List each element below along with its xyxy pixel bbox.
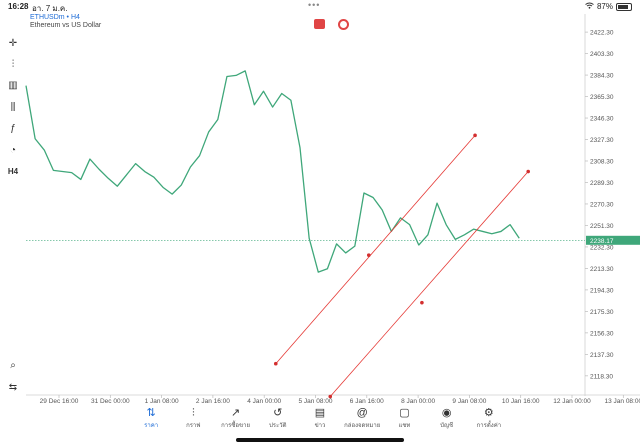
trend-line-anchor — [273, 361, 278, 366]
y-tick-label: 2422.30 — [590, 30, 614, 37]
y-tick-label: 2403.30 — [590, 51, 614, 58]
chart-icon: ⫶ — [191, 407, 195, 419]
x-tick-label: 12 Jan 00:00 — [553, 398, 591, 405]
trade-icon: ↗ — [230, 407, 241, 419]
price-series-line — [25, 70, 520, 273]
symbol-header[interactable]: ETHUSDm • H4 Ethereum vs US Dollar — [30, 14, 101, 29]
nav-news[interactable]: ▤ ข่าว — [299, 406, 341, 436]
home-indicator[interactable] — [236, 438, 404, 442]
nav-chat[interactable]: ▢ แชท — [383, 406, 425, 436]
shapes-icon[interactable]: ◔ — [4, 141, 22, 159]
bar-volume-icon[interactable]: ▥ — [4, 76, 22, 94]
nav-label: การตั้งค่า — [476, 423, 502, 429]
y-tick-label: 2327.30 — [590, 137, 614, 144]
nav-settings[interactable]: ⚙ การตั้งค่า — [468, 406, 510, 436]
history-icon: ↺ — [273, 407, 283, 419]
nav-label: กราฟ — [186, 423, 201, 429]
x-tick-label: 5 Jan 08:00 — [299, 398, 333, 405]
account-icon: ◉ — [441, 407, 452, 419]
search-zoom-icon[interactable]: ⌕ — [4, 356, 22, 374]
x-tick-label: 9 Jan 08:00 — [452, 398, 486, 405]
trend-line-anchor — [366, 253, 371, 257]
settings-icon: ⚙ — [483, 407, 494, 419]
left-toolbar: ✛ ⫶ ▥ ⫼ ƒ ◔ H4 ⌕ ⇆ — [0, 26, 26, 396]
trend-line-anchor — [473, 133, 477, 138]
nav-label: บัญชี — [440, 423, 454, 429]
chat-icon: ▢ — [399, 407, 410, 419]
x-tick-label: 29 Dec 16:00 — [40, 398, 79, 405]
y-tick-label: 2384.30 — [590, 73, 614, 80]
x-tick-label: 31 Dec 00:00 — [91, 398, 130, 405]
price-chart[interactable]: 2422.30 2403.30 2384.30 2365.30 2346.30 2327.… — [0, 0, 640, 447]
nav-mailbox[interactable]: @ กล่องจดหมาย — [341, 406, 383, 436]
timeframe-label[interactable]: H4 — [4, 162, 22, 180]
bottom-nav: ⇅ ราคา ⫶ กราฟ ↗ การซื้อขาย ↺ ประวัติ ▤ ข่าว @ กล่อง… — [130, 406, 510, 436]
chart-header-icons — [314, 19, 349, 30]
trend-line — [329, 171, 529, 397]
nav-trade[interactable]: ↗ การซื้อขาย — [214, 406, 256, 436]
x-tick-label: 6 Jan 16:00 — [350, 398, 384, 405]
nav-account[interactable]: ◉ บัญชี — [426, 406, 468, 436]
mailbox-icon: @ — [356, 407, 368, 419]
broker-logo-icon[interactable] — [314, 19, 325, 29]
current-price-label: 2238.17 — [590, 238, 614, 245]
symbol-name: ETHUSDm • H4 — [30, 14, 80, 21]
x-tick-label: 10 Jan 16:00 — [502, 398, 540, 405]
trend-line-anchor — [526, 169, 530, 174]
news-icon: ▤ — [314, 407, 326, 419]
y-tick-label: 2365.30 — [590, 94, 614, 101]
function-icon[interactable]: ƒ — [4, 119, 22, 137]
nav-history[interactable]: ↺ ประวัติ — [257, 406, 299, 436]
nav-label: ประวัติ — [269, 423, 287, 429]
nav-label: การซื้อขาย — [221, 423, 250, 429]
y-tick-label: 2213.30 — [590, 266, 614, 273]
x-tick-label: 2 Jan 16:00 — [196, 398, 230, 405]
trade-toggle-icon[interactable]: ⇆ — [4, 378, 22, 396]
x-tick-label: 8 Jan 00:00 — [401, 398, 435, 405]
y-tick-label: 2289.30 — [590, 180, 614, 187]
y-tick-label: 2346.30 — [590, 116, 614, 123]
nav-quotes[interactable]: ⇅ ราคา — [130, 406, 172, 436]
y-tick-label: 2137.30 — [590, 352, 614, 359]
candlestick-icon[interactable]: ⫶ — [4, 55, 22, 73]
nav-label: ราคา — [144, 423, 159, 429]
trend-line-anchor — [420, 300, 424, 305]
trend-line — [275, 135, 476, 364]
y-tick-label: 2232.30 — [590, 244, 614, 251]
y-tick-label: 2156.30 — [590, 330, 614, 337]
y-tick-label: 2251.30 — [590, 223, 614, 230]
nav-label: แชท — [398, 423, 411, 429]
nav-label: ข่าว — [314, 423, 326, 429]
nav-label: กล่องจดหมาย — [344, 423, 381, 429]
x-tick-label: 1 Jan 08:00 — [145, 398, 179, 405]
nav-chart[interactable]: ⫶ กราฟ — [172, 406, 214, 436]
refresh-icon[interactable] — [338, 19, 349, 30]
quotes-icon: ⇅ — [146, 407, 156, 419]
y-tick-label: 2270.30 — [590, 201, 614, 208]
y-tick-label: 2194.30 — [590, 287, 614, 294]
x-tick-label: 4 Jan 00:00 — [247, 398, 281, 405]
symbol-description: Ethereum vs US Dollar — [30, 22, 102, 29]
y-tick-label: 2175.30 — [590, 309, 614, 316]
indicators-icon[interactable]: ⫼ — [4, 98, 22, 116]
crosshair-icon[interactable]: ✛ — [4, 34, 22, 52]
y-tick-label: 2118.30 — [590, 373, 613, 380]
trend-line-anchor — [328, 394, 333, 399]
x-tick-label: 13 Jan 08:00 — [605, 398, 640, 405]
y-tick-label: 2308.30 — [590, 158, 614, 165]
